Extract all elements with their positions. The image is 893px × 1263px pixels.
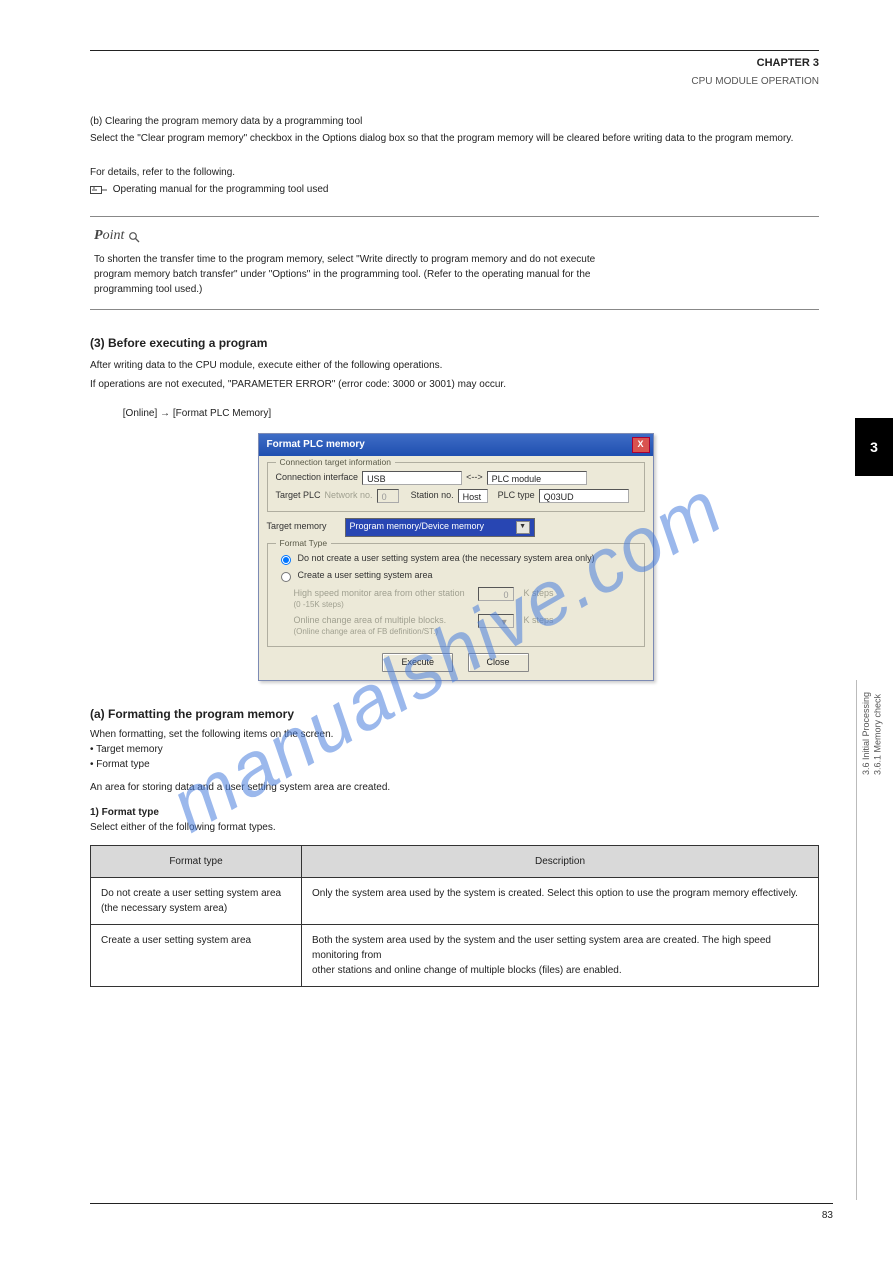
fsec-1desc: Select either of the following format ty… [90,820,819,835]
execute-label: Execute [401,657,434,667]
chapter-tab-number: 3 [870,437,878,458]
dialog-title: Format PLC memory [267,437,365,452]
td-r2c1: Create a user setting system area [91,925,302,987]
td-r1c1: Do not create a user setting system area… [91,878,302,925]
point-body: To shorten the transfer time to the prog… [94,252,815,297]
fsec-bullet1: • Target memory [90,742,819,757]
net-no-field: 0 [377,489,399,503]
legend-conn: Connection target information [276,456,396,469]
legend-format-type: Format Type [276,537,332,550]
para-b2: (b) Clearing the program memory data by … [90,116,362,127]
group-connection-target: Connection target information Connection… [267,462,645,512]
point-label: Point [94,225,815,246]
lbl-ocnote: (Online change area of FB definition/ST.… [294,626,534,638]
menu-format: [Format PLC Memory] [173,408,271,419]
td-r1c1a: Do not create a user setting system area [101,886,291,901]
hs-value: 0 [478,587,514,601]
fmt-desc2: If operations are not executed, "PARAMET… [90,377,819,392]
th-format-type: Format type [91,846,302,878]
magnifier-icon [128,229,140,241]
close-x: X [637,439,643,449]
td-r2c2b: other stations and online change of mult… [312,963,808,978]
lbl-station-no: Station no. [411,489,454,503]
dialog-titlebar: Format PLC memory X [259,434,653,456]
subheading-formatting: (3) Before executing a program [90,334,819,352]
td-r1c1b: (the necessary system area) [101,901,291,916]
chevron-down-icon: ▼ [516,521,530,534]
conn-side-field: PLC module [487,471,587,485]
dialog-wrap: Format PLC memory X Connection target in… [258,433,652,682]
point-rest: oint [103,228,125,243]
th-description: Description [302,846,819,878]
execute-button[interactable]: Execute [382,653,453,673]
point-callout: Point To shorten the transfer time to th… [90,216,819,310]
page-footer: 83 [90,1203,833,1223]
station-no-field: Host [458,489,488,503]
page-header: CHAPTER 3 CPU MODULE OPERATION [90,50,819,89]
page: 3 manualshive.com CHAPTER 3 CPU MODULE O… [0,0,893,1263]
pointer-icon [90,183,108,195]
td-r2c2: Both the system area used by the system … [302,925,819,987]
fsec-desc2: An area for storing data and a user sett… [90,780,819,795]
lbl-target-plc: Target PLC [276,489,321,503]
plc-type-field: Q03UD [539,489,629,503]
lbl-conn-arrow: <--> [466,471,483,485]
dialog-body: Connection target information Connection… [259,456,653,681]
target-memory-value: Program memory/Device memory [350,520,485,534]
lbl-hsrange: (0 -15K steps) [294,599,474,611]
para-b2-desc: Select the "Clear program memory" checkb… [90,133,793,144]
subheading-format-type: (a) Formatting the program memory [90,705,819,723]
close-icon[interactable]: X [632,437,650,453]
lbl-target-memory: Target memory [267,520,327,534]
radio-do-not-create[interactable] [281,555,291,565]
point-line1: To shorten the transfer time to the prog… [94,254,595,265]
point-p: P [94,228,103,243]
page-number: 83 [822,1210,833,1221]
side-caption-box: 3.6 Initial Processing 3.6.1 Memory chec… [856,680,873,1200]
para-note-a: For details, refer to the following. [90,167,235,178]
fmt-menu-path: [Online] → [Format PLC Memory] [90,406,819,421]
format-type-table: Format type Description Do not create a … [90,845,819,987]
radio-create-user-area[interactable] [281,572,291,582]
lbl-ksteps1: K steps [524,587,554,601]
arrow-right-icon: → [160,406,170,421]
lbl-radio1: Do not create a user setting system area… [298,552,595,566]
lbl-radio2: Create a user setting system area [298,569,433,583]
dialog-button-row: Execute Close [267,653,645,673]
close-label: Close [487,657,510,667]
chapter-tab: 3 [855,418,893,476]
lbl-plc-type: PLC type [498,489,535,503]
fmt-desc1: After writing data to the CPU module, ex… [90,358,819,373]
fsec-1label: 1) Format type [90,805,819,820]
para-ref: Operating manual for the programming too… [113,184,329,195]
conn-iface-field: USB [362,471,462,485]
td-r2c2a: Both the system area used by the system … [312,933,808,963]
chevron-down-icon-2: ▼ [500,616,509,626]
close-button[interactable]: Close [468,653,529,673]
chapter-number: CHAPTER 3 [90,55,819,72]
chapter-title: CPU MODULE OPERATION [90,74,819,89]
fsec-bullet2: • Format type [90,757,819,772]
lbl-network-no: Network no. [325,489,373,503]
side-caption-text: 3.6 Initial Processing 3.6.1 Memory chec… [861,692,884,775]
format-plc-dialog: Format PLC memory X Connection target in… [258,433,654,682]
td-r1c2: Only the system area used by the system … [302,878,819,925]
point-line2: program memory batch transfer" under "Op… [94,269,590,280]
point-line3: programming tool used.) [94,284,202,295]
lbl-conn-iface: Connection interface [276,471,359,485]
menu-online: [Online] [123,408,157,419]
target-memory-combo[interactable]: Program memory/Device memory ▼ [345,518,535,537]
fsec-desc1: When formatting, set the following items… [90,727,819,742]
sc-l1: 3.6 Initial Processing [861,692,871,775]
body-para-1: (b) Clearing the program memory data by … [90,113,819,198]
sc-l2: 3.6.1 Memory check [872,694,882,775]
group-format-type: Format Type Do not create a user setting… [267,543,645,647]
